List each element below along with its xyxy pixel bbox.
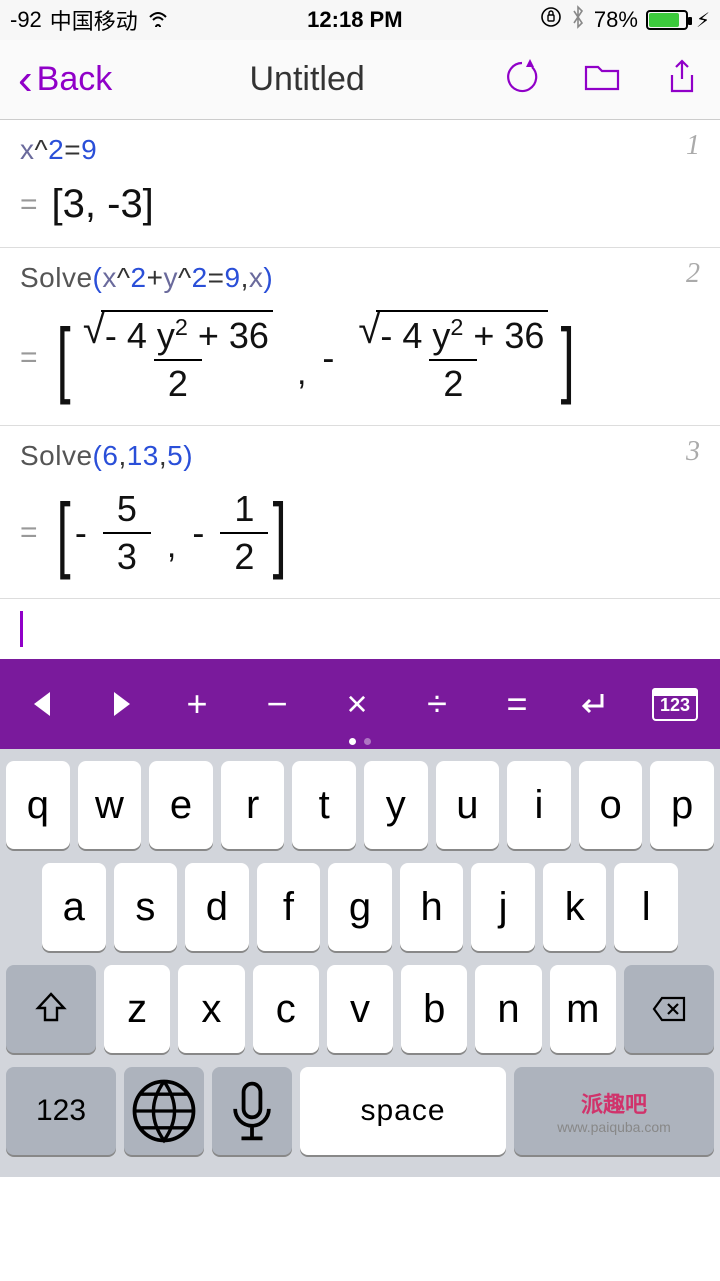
equals-icon: = [20, 516, 38, 550]
cell-number: 3 [686, 436, 700, 468]
page-title: Untitled [249, 60, 364, 99]
clock: 12:18 PM [307, 7, 402, 33]
return-key[interactable]: 派趣吧 www.paiquba.com [514, 1067, 714, 1155]
key-e[interactable]: e [149, 761, 213, 849]
triangle-left-icon [34, 692, 50, 716]
cell[interactable]: 2 Solve(x^2+y^2=9,x) = [ √- 4 y2 + 36 2 … [0, 248, 720, 426]
return-icon [572, 684, 612, 724]
key-n[interactable]: n [475, 965, 541, 1053]
rotation-lock-icon [540, 6, 562, 34]
globe-icon [124, 1071, 204, 1151]
battery-pct: 78% [594, 7, 638, 33]
key-o[interactable]: o [579, 761, 643, 849]
cell-input[interactable]: Solve(x^2+y^2=9,x) [20, 262, 700, 296]
numbers-key[interactable]: 123 [6, 1067, 116, 1155]
status-bar: -92 中国移动 12:18 PM 78% ⚡︎ [0, 0, 720, 40]
shift-icon [32, 990, 70, 1028]
triangle-right-icon [114, 692, 130, 716]
op-−-button[interactable]: − [257, 683, 297, 725]
cell-result: [ - 53 , - 12 ] [52, 488, 292, 578]
key-x[interactable]: x [178, 965, 244, 1053]
key-v[interactable]: v [327, 965, 393, 1053]
key-f[interactable]: f [257, 863, 321, 951]
numpad-toggle-button[interactable]: 123 [652, 688, 698, 721]
key-u[interactable]: u [436, 761, 500, 849]
cell-result: [ √- 4 y2 + 36 2 , - √- 4 y2 + 36 2 ] [52, 310, 580, 405]
cell-number: 1 [686, 130, 700, 162]
signal-strength: -92 [10, 7, 42, 33]
key-s[interactable]: s [114, 863, 178, 951]
watermark: 派趣吧 www.paiquba.com [514, 1067, 714, 1155]
cell[interactable]: 3 Solve(6,13,5) = [ - 53 , - 12 ] [0, 426, 720, 599]
cell[interactable]: 1 x^2=9 = [3, -3] [0, 120, 720, 248]
folder-button[interactable] [582, 57, 622, 102]
cell-number: 2 [686, 258, 700, 290]
chevron-left-icon: ‹ [18, 58, 33, 102]
key-l[interactable]: l [614, 863, 678, 951]
op-+-button[interactable]: + [177, 683, 217, 725]
shift-key[interactable] [6, 965, 96, 1053]
wifi-icon [146, 7, 170, 33]
enter-button[interactable] [572, 684, 612, 724]
nav-bar: ‹ Back Untitled [0, 40, 720, 120]
cell-result: [3, -3] [52, 182, 154, 227]
key-c[interactable]: c [253, 965, 319, 1053]
key-m[interactable]: m [550, 965, 616, 1053]
math-toolbar: +−× ÷ = 123 [0, 659, 720, 749]
key-y[interactable]: y [364, 761, 428, 849]
key-g[interactable]: g [328, 863, 392, 951]
worksheet: 1 x^2=9 = [3, -3] 2 Solve(x^2+y^2=9,x) =… [0, 120, 720, 659]
backspace-icon [650, 990, 688, 1028]
battery-icon [646, 10, 688, 30]
page-dots [349, 738, 371, 745]
key-q[interactable]: q [6, 761, 70, 849]
back-label: Back [37, 60, 113, 99]
active-input-line[interactable] [0, 599, 720, 659]
cell-input[interactable]: Solve(6,13,5) [20, 440, 700, 474]
key-t[interactable]: t [292, 761, 356, 849]
globe-key[interactable] [124, 1067, 204, 1155]
charging-icon: ⚡︎ [696, 8, 710, 33]
back-button[interactable]: ‹ Back [18, 58, 112, 102]
refresh-button[interactable] [502, 57, 542, 102]
key-b[interactable]: b [401, 965, 467, 1053]
key-h[interactable]: h [400, 863, 464, 951]
dictation-key[interactable] [212, 1067, 292, 1155]
equals-icon: = [20, 188, 38, 222]
key-k[interactable]: k [543, 863, 607, 951]
cell-input[interactable]: x^2=9 [20, 134, 700, 168]
op-=-button[interactable]: = [497, 683, 537, 725]
microphone-icon [212, 1071, 292, 1151]
key-r[interactable]: r [221, 761, 285, 849]
key-a[interactable]: a [42, 863, 106, 951]
key-j[interactable]: j [471, 863, 535, 951]
equals-icon: = [20, 341, 38, 375]
key-w[interactable]: w [78, 761, 142, 849]
key-i[interactable]: i [507, 761, 571, 849]
key-p[interactable]: p [650, 761, 714, 849]
backspace-key[interactable] [624, 965, 714, 1053]
carrier-label: 中国移动 [50, 4, 138, 36]
key-d[interactable]: d [185, 863, 249, 951]
op-×-button[interactable]: × [337, 683, 377, 725]
share-button[interactable] [662, 57, 702, 102]
cursor-left-button[interactable] [22, 692, 62, 716]
op-÷-button[interactable]: ÷ [417, 683, 457, 725]
cursor-right-button[interactable] [102, 692, 142, 716]
space-key[interactable]: space [300, 1067, 506, 1155]
text-cursor [20, 611, 23, 647]
bluetooth-icon [570, 5, 586, 35]
keyboard: qwertyuiop asdfghjkl zxcvbnm 123 space 派… [0, 749, 720, 1177]
key-z[interactable]: z [104, 965, 170, 1053]
